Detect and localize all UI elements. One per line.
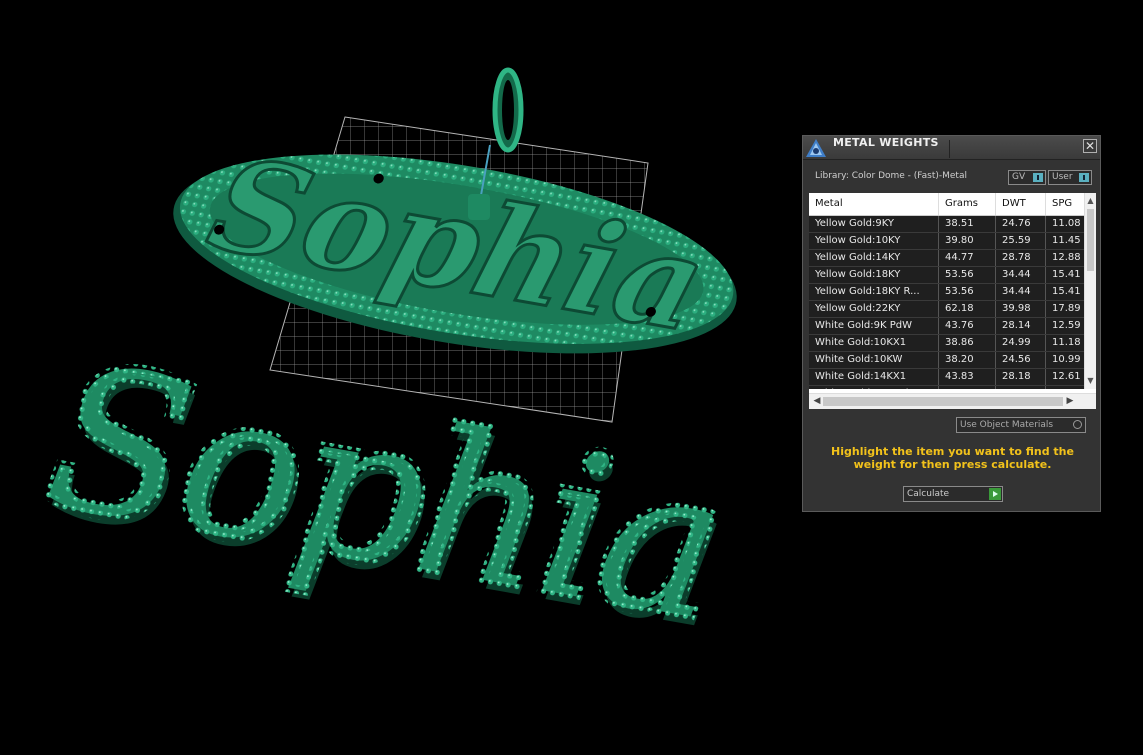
close-button[interactable]: ✕ xyxy=(1083,139,1097,153)
spg-cell: 10.99 xyxy=(1046,352,1085,368)
table-header: Metal Grams DWT SPG xyxy=(809,193,1096,216)
spg-cell: 17.89 xyxy=(1046,301,1085,317)
table-body: Yellow Gold:9KY 38.51 24.76 11.08 Yellow Gol… xyxy=(809,216,1085,389)
grams-cell: 38.20 xyxy=(939,352,996,368)
dome-logo-icon xyxy=(806,139,826,157)
calculate-button[interactable]: Calculate xyxy=(903,486,1003,502)
radio-icon[interactable] xyxy=(1073,420,1082,429)
spg-cell: 15.41 xyxy=(1046,267,1085,283)
table-row[interactable]: Yellow Gold:10KY 39.80 25.59 11.45 xyxy=(809,233,1085,250)
column-header-grams[interactable]: Grams xyxy=(939,193,996,215)
scroll-left-icon[interactable]: ◀ xyxy=(811,394,823,409)
scroll-right-icon[interactable]: ▶ xyxy=(1064,394,1076,409)
spg-cell: 11.18 xyxy=(1046,335,1085,351)
user-switch-icon xyxy=(1079,173,1089,182)
dwt-cell: 24.99 xyxy=(996,335,1046,351)
metal-cell: White Gold:10KW xyxy=(809,352,939,368)
spg-cell: 12.88 xyxy=(1046,250,1085,266)
column-header-dwt[interactable]: DWT xyxy=(996,193,1046,215)
instructions-text: Highlight the item you want to find the … xyxy=(831,445,1074,471)
grams-cell: 39.80 xyxy=(939,233,996,249)
scroll-up-icon[interactable]: ▲ xyxy=(1085,195,1096,207)
metal-weights-panel: METAL WEIGHTS ✕ Library: Color Dome - (F… xyxy=(802,135,1101,512)
table-row[interactable]: Yellow Gold:14KY 44.77 28.78 12.88 xyxy=(809,250,1085,267)
panel-titlebar[interactable]: METAL WEIGHTS ✕ xyxy=(803,136,1100,160)
grams-cell: 43.83 xyxy=(939,369,996,385)
metal-cell: Yellow Gold:18KY xyxy=(809,267,939,283)
calculate-label: Calculate xyxy=(907,489,950,499)
dwt-cell: 34.44 xyxy=(996,284,1046,300)
metal-cell: White Gold:10KX1 xyxy=(809,335,939,351)
dwt-cell: 28.14 xyxy=(996,318,1046,334)
user-label: User xyxy=(1052,172,1073,182)
horizontal-scrollbar[interactable]: ◀ ▶ xyxy=(809,393,1096,409)
table-row[interactable]: White Gold:9K PdW 43.76 28.14 12.59 xyxy=(809,318,1085,335)
table-row[interactable]: Yellow Gold:22KY 62.18 39.98 17.89 xyxy=(809,301,1085,318)
vertical-scrollbar[interactable]: ▲ ▼ xyxy=(1084,193,1096,389)
metal-cell: Yellow Gold:9KY xyxy=(809,216,939,232)
dwt-cell: 28.78 xyxy=(996,250,1046,266)
user-toggle[interactable]: User xyxy=(1048,170,1092,185)
table-row[interactable]: Yellow Gold:18KY R... 53.56 34.44 15.41 xyxy=(809,284,1085,301)
dwt-cell: 24.56 xyxy=(996,352,1046,368)
dwt-cell: 28.18 xyxy=(996,369,1046,385)
metal-cell: Yellow Gold:10KY xyxy=(809,233,939,249)
metal-table[interactable]: Metal Grams DWT SPG Yellow Gold:9KY 38.51… xyxy=(809,193,1096,409)
use-object-materials-label: Use Object Materials xyxy=(960,420,1054,430)
spg-cell: 12.59 xyxy=(1046,318,1085,334)
metal-cell: White Gold:14K PdW xyxy=(809,386,939,389)
play-icon xyxy=(989,488,1001,500)
dwt-cell: 39.98 xyxy=(996,301,1046,317)
metal-cell: Yellow Gold:22KY xyxy=(809,301,939,317)
dwt-cell: 32.11 xyxy=(996,386,1046,389)
vertical-scroll-thumb[interactable] xyxy=(1087,209,1094,271)
table-row[interactable]: White Gold:10KX1 38.86 24.99 11.18 xyxy=(809,335,1085,352)
spg-cell: 11.45 xyxy=(1046,233,1085,249)
gv-switch-icon xyxy=(1033,173,1043,182)
gv-toggle[interactable]: GV xyxy=(1008,170,1046,185)
title-separator xyxy=(949,140,950,158)
metal-cell: Yellow Gold:18KY R... xyxy=(809,284,939,300)
dwt-cell: 24.76 xyxy=(996,216,1046,232)
panel-title: METAL WEIGHTS xyxy=(833,136,939,149)
spg-cell: 15.41 xyxy=(1046,284,1085,300)
gv-label: GV xyxy=(1012,172,1026,182)
grams-cell: 38.51 xyxy=(939,216,996,232)
grams-cell: 43.76 xyxy=(939,318,996,334)
table-row[interactable]: White Gold:10KW 38.20 24.56 10.99 xyxy=(809,352,1085,369)
dwt-cell: 25.59 xyxy=(996,233,1046,249)
spg-cell: 14.37 xyxy=(1046,386,1085,389)
metal-cell: White Gold:9K PdW xyxy=(809,318,939,334)
spg-cell: 12.61 xyxy=(1046,369,1085,385)
spg-cell: 11.08 xyxy=(1046,216,1085,232)
dwt-cell: 34.44 xyxy=(996,267,1046,283)
library-label: Library: Color Dome - (Fast)-Metal xyxy=(815,171,967,181)
table-row[interactable]: White Gold:14K PdW49.9432.1114.37 xyxy=(809,386,1085,389)
metal-cell: Yellow Gold:14KY xyxy=(809,250,939,266)
use-object-materials-option[interactable]: Use Object Materials xyxy=(956,417,1086,433)
table-row[interactable]: White Gold:14KX1 43.83 28.18 12.61 xyxy=(809,369,1085,386)
grams-cell: 38.86 xyxy=(939,335,996,351)
horizontal-scroll-thumb[interactable] xyxy=(823,397,1063,406)
grams-cell: 49.94 xyxy=(939,386,996,389)
table-row[interactable]: Yellow Gold:18KY 53.56 34.44 15.41 xyxy=(809,267,1085,284)
grams-cell: 44.77 xyxy=(939,250,996,266)
table-row[interactable]: Yellow Gold:9KY 38.51 24.76 11.08 xyxy=(809,216,1085,233)
grams-cell: 53.56 xyxy=(939,267,996,283)
metal-cell: White Gold:14KX1 xyxy=(809,369,939,385)
scroll-down-icon[interactable]: ▼ xyxy=(1085,375,1096,387)
grams-cell: 62.18 xyxy=(939,301,996,317)
column-header-metal[interactable]: Metal xyxy=(809,193,939,215)
grams-cell: 53.56 xyxy=(939,284,996,300)
